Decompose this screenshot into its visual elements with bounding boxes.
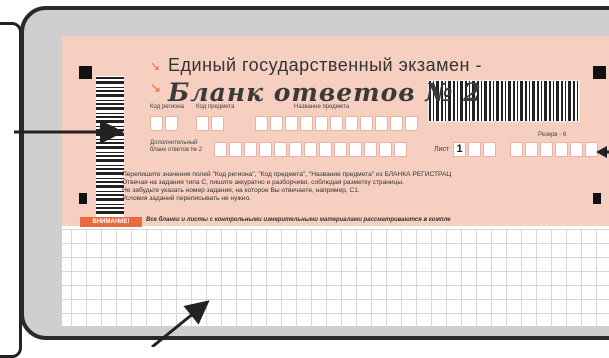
arrow-to-grid <box>151 300 210 347</box>
pointer-arrows <box>14 120 609 347</box>
arrow-to-reserve-head <box>596 146 607 158</box>
